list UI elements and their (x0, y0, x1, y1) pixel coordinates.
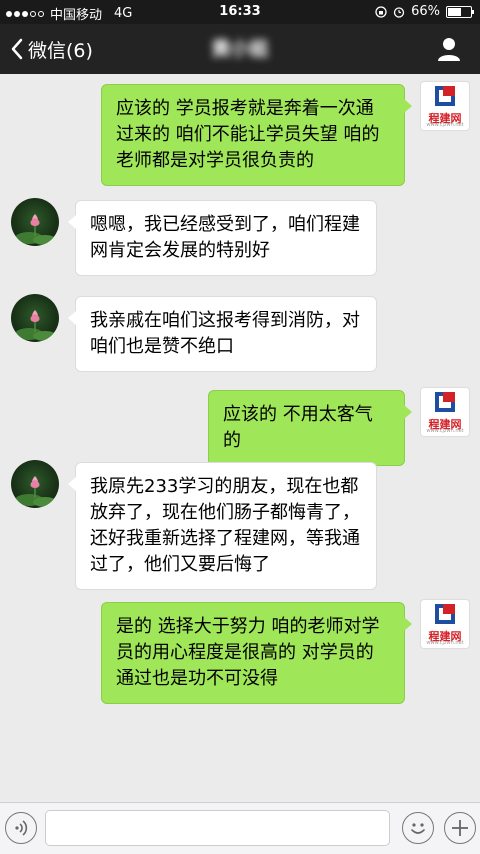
emoji-button[interactable] (402, 812, 434, 844)
message-text: 嗯嗯，我已经感受到了，咱们程建网肯定会发展的特别好 (90, 214, 360, 261)
nav-bar: 微信(6) 黄小姐 (0, 24, 480, 74)
avatar[interactable] (11, 198, 59, 246)
message-item: 应该的 不用太客气的 程建网 www.cjzwn.net (0, 388, 480, 466)
message-item: 我原先233学习的朋友，现在也都放弃了，现在他们肠子都悔青了，还好我重新选择了程… (0, 460, 480, 590)
contact-name: 黄小姐 (211, 38, 269, 60)
brand-logo-url: www.cjzwn.net (426, 428, 464, 434)
alarm-icon (393, 6, 405, 18)
lotus-icon (15, 214, 57, 245)
brand-logo-url: www.cjzwn.net (426, 640, 464, 646)
message-bubble[interactable]: 我亲戚在咱们这报考得到消防，对咱们也是赞不绝口 (68, 296, 377, 372)
message-text: 应该的 不用太客气的 (223, 404, 373, 451)
brand-logo-url: www.cjzwn.net (426, 122, 464, 128)
message-item: 嗯嗯，我已经感受到了，咱们程建网肯定会发展的特别好 (0, 198, 480, 278)
plus-icon (452, 820, 468, 836)
status-bar: 中国移动 4G 16:33 66% (0, 0, 480, 24)
message-item: 应该的 学员报考就是奔着一次通过来的 咱们不能让学员失望 咱的老师都是对学员很负… (0, 82, 480, 186)
message-text: 应该的 学员报考就是奔着一次通过来的 咱们不能让学员失望 咱的老师都是对学员很负… (116, 98, 380, 171)
status-right: 66% (375, 4, 474, 19)
chat-title: 黄小姐 (0, 24, 480, 74)
message-text: 是的 选择大于努力 咱的老师对学员的用心程度是很高的 对学员的通过也是功不可没得 (116, 616, 380, 689)
battery-percent: 66% (411, 4, 440, 19)
rotation-lock-icon (375, 5, 387, 18)
avatar[interactable]: 程建网 www.cjzwn.net (421, 82, 469, 130)
avatar[interactable]: 程建网 www.cjzwn.net (421, 388, 469, 436)
avatar[interactable] (11, 460, 59, 508)
input-bar (0, 802, 480, 854)
message-text: 我亲戚在咱们这报考得到消防，对咱们也是赞不绝口 (90, 310, 360, 357)
avatar[interactable] (11, 294, 59, 342)
chat-info-button[interactable] (434, 34, 464, 64)
message-bubble[interactable]: 嗯嗯，我已经感受到了，咱们程建网肯定会发展的特别好 (68, 200, 377, 276)
message-item: 是的 选择大于努力 咱的老师对学员的用心程度是很高的 对学员的通过也是功不可没得… (0, 600, 480, 704)
brand-logo-icon (435, 86, 455, 106)
voice-icon (15, 820, 28, 836)
message-text: 我原先233学习的朋友，现在也都放弃了，现在他们肠子都悔青了，还好我重新选择了程… (90, 476, 360, 575)
brand-logo-icon (435, 604, 455, 624)
message-input[interactable] (45, 810, 390, 846)
avatar[interactable]: 程建网 www.cjzwn.net (421, 600, 469, 648)
more-button[interactable] (444, 812, 476, 844)
message-bubble[interactable]: 是的 选择大于努力 咱的老师对学员的用心程度是很高的 对学员的通过也是功不可没得 (101, 602, 412, 704)
smiley-icon (411, 823, 425, 834)
brand-logo-icon (435, 392, 455, 412)
message-bubble[interactable]: 应该的 不用太客气的 (208, 390, 412, 466)
lotus-icon (15, 476, 57, 507)
voice-button[interactable] (5, 812, 37, 844)
message-bubble[interactable]: 我原先233学习的朋友，现在也都放弃了，现在他们肠子都悔青了，还好我重新选择了程… (68, 462, 377, 590)
battery-icon (446, 5, 474, 18)
message-bubble[interactable]: 应该的 学员报考就是奔着一次通过来的 咱们不能让学员失望 咱的老师都是对学员很负… (101, 84, 412, 186)
message-item: 我亲戚在咱们这报考得到消防，对咱们也是赞不绝口 (0, 294, 480, 374)
person-icon (438, 38, 460, 61)
lotus-icon (15, 310, 57, 341)
